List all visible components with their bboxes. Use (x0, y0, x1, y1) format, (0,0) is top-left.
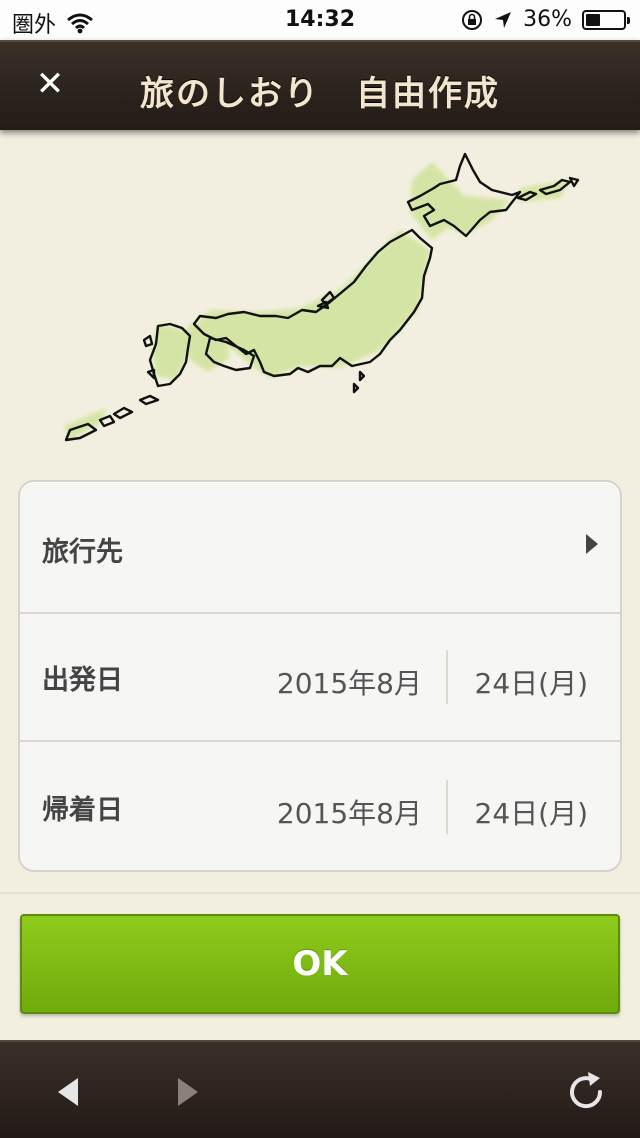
divider (446, 780, 448, 834)
section-divider (0, 892, 640, 894)
bottom-toolbar (0, 1040, 640, 1138)
battery-icon (582, 9, 630, 30)
destination-label: 旅行先 (42, 537, 123, 568)
battery-percent: 36% (523, 7, 572, 32)
header-bar: ✕ 旅のしおり 自由作成 (0, 40, 640, 130)
disclosure-arrow-icon (586, 534, 598, 554)
status-bar: 圏外 14:32 36% (0, 0, 640, 40)
japan-map-illustration (64, 152, 580, 442)
ok-button[interactable]: OK (20, 914, 620, 1014)
departure-date-row[interactable]: 出発日 2015年8月 24日(月) (20, 610, 620, 742)
rotation-lock-icon (462, 9, 483, 30)
location-arrow-icon (495, 11, 512, 28)
departure-day[interactable]: 24日(月) (475, 662, 588, 702)
page-title: 旅のしおり 自由作成 (140, 74, 500, 114)
trip-form-card: 旅行先 出発日 2015年8月 24日(月) 帰着日 2015年8月 24日(月… (18, 480, 622, 872)
reload-icon[interactable] (562, 1068, 610, 1116)
back-arrow-icon[interactable] (46, 1070, 90, 1114)
divider (446, 650, 448, 704)
return-date-row[interactable]: 帰着日 2015年8月 24日(月) (20, 740, 620, 870)
return-year-month[interactable]: 2015年8月 (277, 792, 422, 832)
forward-arrow-icon[interactable] (166, 1070, 210, 1114)
return-label: 帰着日 (42, 795, 123, 826)
destination-row[interactable]: 旅行先 (20, 482, 620, 614)
departure-label: 出発日 (42, 665, 123, 696)
departure-year-month[interactable]: 2015年8月 (277, 662, 422, 702)
return-day[interactable]: 24日(月) (475, 792, 588, 832)
